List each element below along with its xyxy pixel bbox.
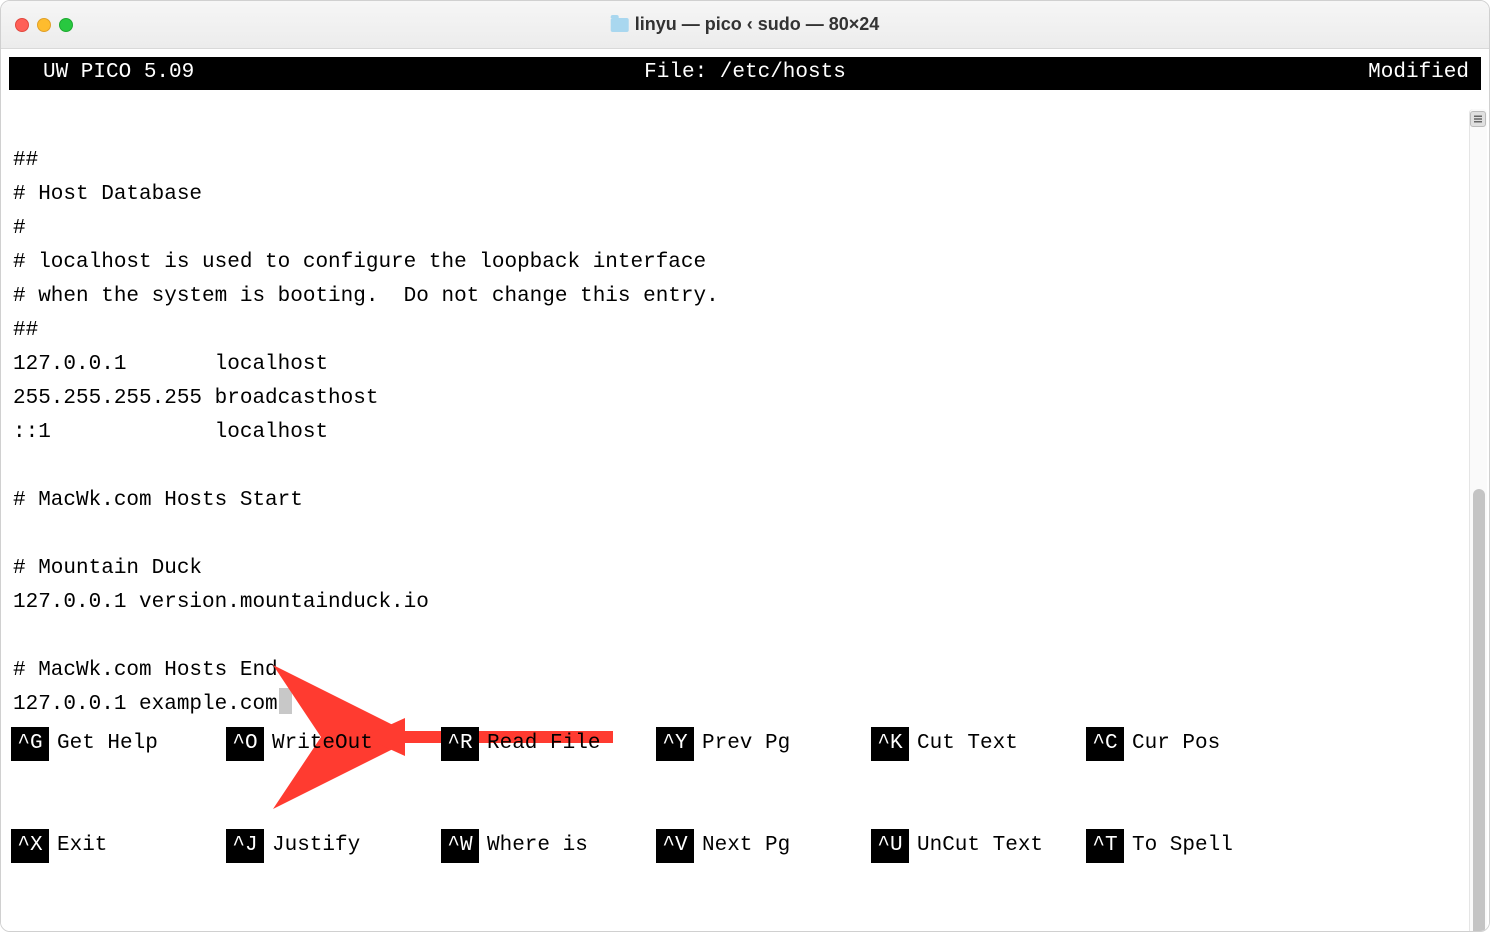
file-line: # localhost is used to configure the loo…	[13, 251, 706, 274]
menu-label: Exit	[49, 834, 113, 857]
app-name: UW PICO 5.09	[43, 61, 194, 84]
traffic-lights	[15, 18, 73, 32]
file-line: ##	[13, 149, 38, 172]
file-line: 127.0.0.1 version.mountainduck.io	[13, 591, 429, 614]
menu-key[interactable]: ^K	[871, 727, 909, 761]
titlebar: linyu — pico ‹ sudo — 80×24	[1, 1, 1489, 49]
menu-row-2: ^XExit ^JJustify ^WWhere is ^VNext Pg ^U…	[11, 829, 1479, 863]
menu-key[interactable]: ^C	[1086, 727, 1124, 761]
file-line: ##	[13, 319, 38, 342]
maximize-button[interactable]	[59, 18, 73, 32]
file-line: #	[13, 217, 26, 240]
modified-status: Modified	[1368, 61, 1469, 84]
menu-row-1: ^GGet Help ^OWriteOut ^RRead File ^YPrev…	[11, 727, 1479, 761]
menu-label: WriteOut	[264, 732, 379, 755]
menu-key[interactable]: ^U	[871, 829, 909, 863]
menu-label: Cut Text	[909, 732, 1024, 755]
menu-key[interactable]: ^J	[226, 829, 264, 863]
editor-header: UW PICO 5.09 File: /etc/hosts Modified	[9, 57, 1481, 90]
file-line: # Mountain Duck	[13, 557, 202, 580]
scroll-options-button[interactable]	[1470, 111, 1486, 127]
menu-key[interactable]: ^G	[11, 727, 49, 761]
menu-key[interactable]: ^R	[441, 727, 479, 761]
menu-key[interactable]: ^W	[441, 829, 479, 863]
menu-key[interactable]: ^V	[656, 829, 694, 863]
file-line: ::1 localhost	[13, 421, 328, 444]
pico-menu: ^GGet Help ^OWriteOut ^RRead File ^YPrev…	[11, 659, 1479, 931]
hamburger-icon	[1473, 114, 1483, 124]
menu-key[interactable]: ^T	[1086, 829, 1124, 863]
menu-key[interactable]: ^Y	[656, 727, 694, 761]
minimize-button[interactable]	[37, 18, 51, 32]
file-label: File: /etc/hosts	[644, 61, 846, 84]
menu-key[interactable]: ^O	[226, 727, 264, 761]
terminal-window: linyu — pico ‹ sudo — 80×24 UW PICO 5.09…	[0, 0, 1490, 932]
menu-label: Prev Pg	[694, 732, 796, 755]
menu-label: Read File	[479, 732, 606, 755]
scroll-thumb[interactable]	[1473, 489, 1485, 932]
menu-label: UnCut Text	[909, 834, 1049, 857]
file-line: # when the system is booting. Do not cha…	[13, 285, 719, 308]
terminal-area[interactable]: UW PICO 5.09 File: /etc/hosts Modified #…	[1, 57, 1489, 932]
menu-key[interactable]: ^X	[11, 829, 49, 863]
menu-label: Justify	[264, 834, 366, 857]
file-line: 255.255.255.255 broadcasthost	[13, 387, 378, 410]
menu-label: Get Help	[49, 732, 164, 755]
window-title: linyu — pico ‹ sudo — 80×24	[635, 14, 880, 35]
close-button[interactable]	[15, 18, 29, 32]
scrollbar[interactable]	[1469, 109, 1487, 932]
file-line: # Host Database	[13, 183, 202, 206]
window-title-container: linyu — pico ‹ sudo — 80×24	[611, 14, 880, 35]
menu-label: To Spell	[1124, 834, 1239, 857]
menu-label: Next Pg	[694, 834, 796, 857]
file-line: 127.0.0.1 localhost	[13, 353, 328, 376]
folder-icon	[611, 18, 629, 32]
menu-label: Where is	[479, 834, 594, 857]
menu-label: Cur Pos	[1124, 732, 1226, 755]
file-line: # MacWk.com Hosts Start	[13, 489, 303, 512]
